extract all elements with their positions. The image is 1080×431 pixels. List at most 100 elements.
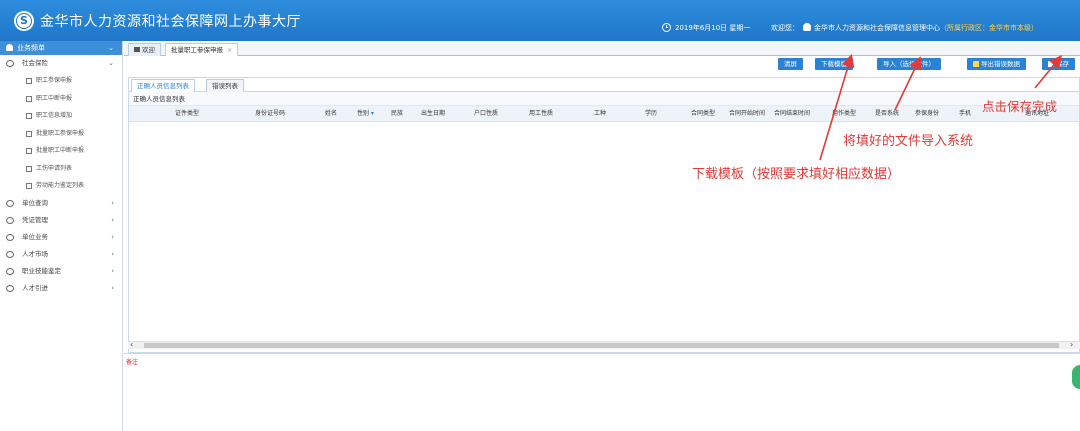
column-header[interactable]: 民族 — [391, 106, 403, 122]
tab-label: 批量职工参保申报 — [171, 46, 223, 54]
sidebar-item-batch-enroll[interactable]: 批量职工参保申报 — [0, 125, 122, 143]
chevron-left-icon[interactable]: ‹ — [130, 340, 133, 349]
column-header[interactable]: 是否系统 — [875, 106, 899, 122]
sidebar-group-talent-intro[interactable]: 人才引进 › — [0, 280, 122, 297]
sidebar-item-batch-suspend[interactable]: 批量职工中断申报 — [0, 142, 122, 160]
document-icon — [26, 78, 32, 84]
sidebar-group-talent-market[interactable]: 人才市场 › — [0, 246, 122, 263]
region-label: （所属行政区：金华市市本级） — [940, 24, 1038, 32]
sidebar-group-label: 单位查询 — [22, 198, 48, 207]
save-icon — [1048, 61, 1054, 67]
column-header[interactable]: 出生日期 — [421, 106, 445, 122]
section-title: 正确人员信息列表 — [129, 92, 1079, 106]
close-icon[interactable]: × — [227, 46, 232, 54]
table-header: 证件类型 身份证号码 姓名 性别 ▾ 民族 出生日期 户口性质 用工性质 工种 … — [129, 106, 1079, 122]
scrollbar-thumb[interactable] — [144, 343, 1059, 348]
current-date: 2019年6月10日 星期一 — [675, 24, 751, 32]
welcome-info: 欢迎您： 金华市人力资源和社会保障信息管理中心（所属行政区：金华市市本级） — [771, 23, 1038, 33]
clear-button[interactable]: 清屏 — [778, 58, 803, 70]
column-header[interactable]: 身份证号码 — [255, 106, 285, 122]
column-header[interactable]: 手机 — [959, 106, 971, 122]
sidebar-group-label: 人才引进 — [22, 283, 48, 292]
tab-home-label: 欢迎 — [142, 46, 155, 54]
toolbar: 清屏 下载模板 导入（选择文件） 导出错误数据 保存 — [124, 56, 1080, 73]
app-header: S 金华市人力资源和社会保障网上办事大厅 2019年6月10日 星期一 欢迎您：… — [0, 0, 1080, 41]
column-header[interactable]: 性别 ▾ — [357, 106, 374, 122]
sidebar-item-label: 职工中断申报 — [36, 94, 73, 102]
chevron-down-icon: ⌄ — [108, 59, 114, 67]
column-header[interactable]: 用工性质 — [529, 106, 553, 122]
sidebar-group-label: 人才市场 — [22, 249, 48, 258]
site-logo: S — [14, 11, 34, 31]
sidebar-item-employee-enroll[interactable]: 职工参保申报 — [0, 72, 122, 90]
sidebar-item-employee-add[interactable]: 职工信息增加 — [0, 107, 122, 125]
export-label: 导出错误数据 — [981, 60, 1020, 68]
sidebar-item-label: 劳动能力鉴定列表 — [36, 182, 85, 189]
site-title: 金华市人力资源和社会保障网上办事大厅 — [40, 14, 301, 30]
sidebar-group-label: 凭证管理 — [22, 215, 48, 224]
chat-bubble-icon — [6, 267, 14, 275]
document-icon — [26, 183, 32, 189]
sidebar-item-label: 批量职工中断申报 — [36, 147, 85, 154]
sidebar-item-ability-list[interactable]: 劳动能力鉴定列表 — [0, 177, 122, 195]
home-icon — [134, 47, 140, 52]
user-icon — [803, 23, 811, 31]
sidebar-item-injury-list[interactable]: 工伤申请列表 — [0, 160, 122, 178]
chevron-right-icon: › — [111, 249, 114, 258]
export-errors-button[interactable]: 导出错误数据 — [967, 58, 1026, 70]
column-header[interactable]: 证件类型 — [175, 106, 199, 122]
sidebar-header[interactable]: 业务频单 ⌄ — [0, 41, 122, 55]
org-name[interactable]: 金华市人力资源和社会保障信息管理中心 — [814, 24, 940, 32]
column-header[interactable]: 用作类型 — [832, 106, 856, 122]
sidebar-group-voucher[interactable]: 凭证管理 › — [0, 212, 122, 229]
floating-help-button[interactable] — [1072, 365, 1080, 389]
column-header[interactable]: 合同结束时间 — [774, 106, 810, 122]
horizontal-scrollbar[interactable]: ‹ › — [128, 340, 1080, 349]
sidebar-item-employee-suspend[interactable]: 职工中断申报 — [0, 90, 122, 108]
document-icon — [26, 113, 32, 119]
sidebar-group-label: 单位业务 — [22, 232, 48, 241]
column-header[interactable]: 户口性质 — [474, 106, 498, 122]
chevron-right-icon: › — [111, 198, 114, 207]
tab-error-list[interactable]: 错误列表 — [206, 79, 244, 92]
save-button[interactable]: 保存 — [1042, 58, 1075, 70]
document-icon — [26, 165, 32, 172]
save-label: 保存 — [1056, 60, 1069, 68]
sidebar-group-label: 职业技能鉴定 — [22, 266, 61, 275]
clock-icon — [662, 23, 671, 32]
annotation-save: 点击保存完成 — [982, 99, 1058, 114]
chevron-right-icon[interactable]: › — [1070, 340, 1073, 349]
chevron-right-icon: › — [111, 283, 114, 292]
page-tabbar: 欢迎 批量职工参保申报 × — [124, 41, 1080, 56]
column-header[interactable]: 姓名 — [325, 106, 337, 122]
chevron-right-icon: › — [111, 215, 114, 224]
column-header[interactable]: 工种 — [594, 106, 606, 122]
column-header[interactable]: 合同类型 — [691, 106, 715, 122]
import-file-button[interactable]: 导入（选择文件） — [877, 58, 941, 70]
download-template-button[interactable]: 下载模板 — [815, 58, 853, 70]
chat-bubble-icon — [6, 216, 14, 224]
tab-batch-enroll[interactable]: 批量职工参保申报 × — [165, 43, 239, 56]
column-header[interactable]: 参保身份 — [915, 106, 939, 122]
sidebar-group-skill-appraisal[interactable]: 职业技能鉴定 › — [0, 263, 122, 280]
welcome-prefix: 欢迎您： — [771, 24, 799, 32]
column-header[interactable]: 学历 — [645, 106, 657, 122]
column-header[interactable]: 合同开始时间 — [729, 106, 765, 122]
content-panel: 正确人员信息列表 错误列表 正确人员信息列表 证件类型 身份证号码 姓名 性别 … — [128, 77, 1080, 353]
sort-arrow-icon: ▾ — [369, 110, 374, 117]
sidebar-item-label: 职工参保申报 — [36, 77, 73, 84]
sidebar-group-social-insurance[interactable]: 社会保险 ⌄ — [0, 55, 122, 72]
chat-bubble-icon — [6, 60, 14, 67]
tab-home[interactable]: 欢迎 — [128, 43, 161, 56]
export-icon — [973, 61, 979, 67]
tab-correct-list[interactable]: 正确人员信息列表 — [131, 79, 195, 92]
subtab-bar: 正确人员信息列表 错误列表 — [129, 78, 1079, 92]
sidebar-group-unit-business[interactable]: 单位业务 › — [0, 229, 122, 246]
sidebar-group-unit-query[interactable]: 单位查询 › — [0, 195, 122, 212]
document-icon — [26, 130, 32, 137]
document-icon — [26, 148, 32, 154]
chat-bubble-icon — [6, 250, 14, 258]
chevron-down-icon: ⌄ — [108, 44, 114, 52]
sidebar: 业务频单 ⌄ 社会保险 ⌄ 职工参保申报 职工中断申报 职工信息增加 批量职工参… — [0, 41, 123, 431]
chevron-right-icon: › — [111, 232, 114, 241]
